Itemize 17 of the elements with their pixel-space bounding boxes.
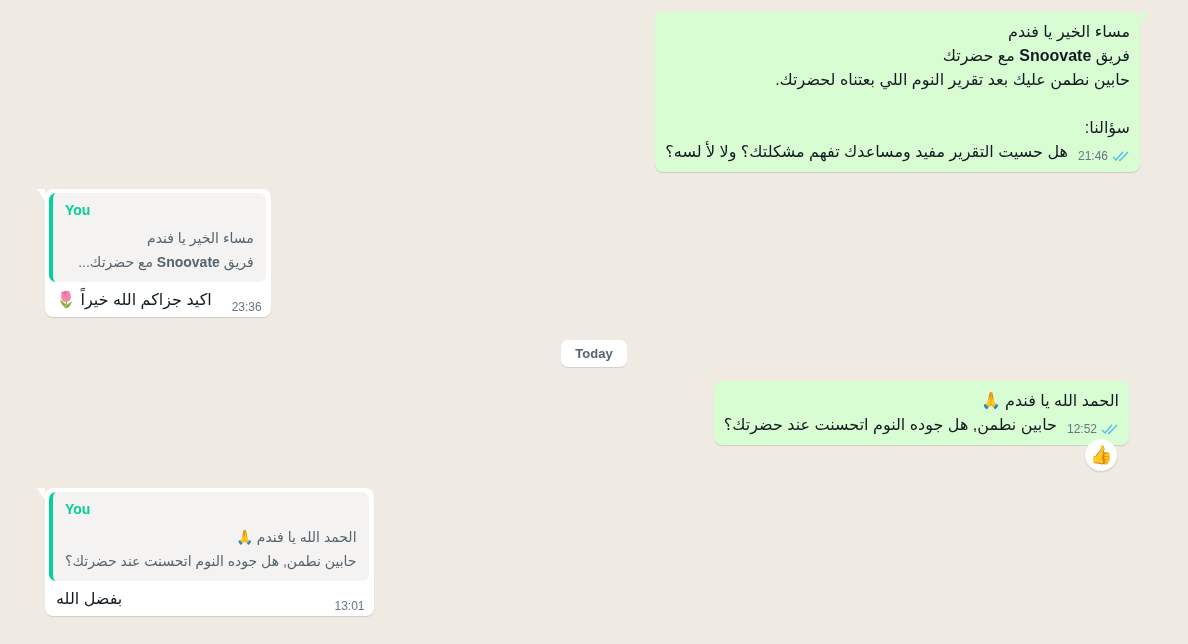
message-text: بفضل الله (56, 590, 123, 607)
message-text: الحمد الله يا فندم 🙏 (980, 392, 1119, 409)
message-time: 23:36 (231, 300, 262, 314)
message-time: 21:46 (1077, 149, 1108, 163)
date-chip: Today (561, 340, 627, 367)
message-text: حابين نطمن عليك بعد تقرير النوم اللي بعتناه لحضرتك. (775, 71, 1130, 88)
message-time: 13:01 (334, 599, 365, 613)
message-text: سؤالنا: (1084, 119, 1130, 136)
quote-author: You (65, 500, 91, 519)
message-time: 12:52 (1066, 422, 1097, 436)
message-text: هل حسيت التقرير مفيد ومساعدك تفهم مشكلتك؟ ولا لأ لسه؟ (665, 140, 1068, 164)
message-text: مساء الخير يا فندم (1008, 23, 1130, 40)
quoted-text: حابين نطمن, هل جوده النوم اتحسنت عند حضرتك؟ (65, 553, 357, 569)
quoted-text: الحمد الله يا فندم 🙏 (235, 529, 357, 545)
quote-author: You (65, 201, 91, 220)
quoted-text: مساء الخير يا فندم (146, 230, 254, 246)
message-text: حابين نطمن, هل جوده النوم اتحسنت عند حضرتك؟ (723, 415, 1057, 437)
